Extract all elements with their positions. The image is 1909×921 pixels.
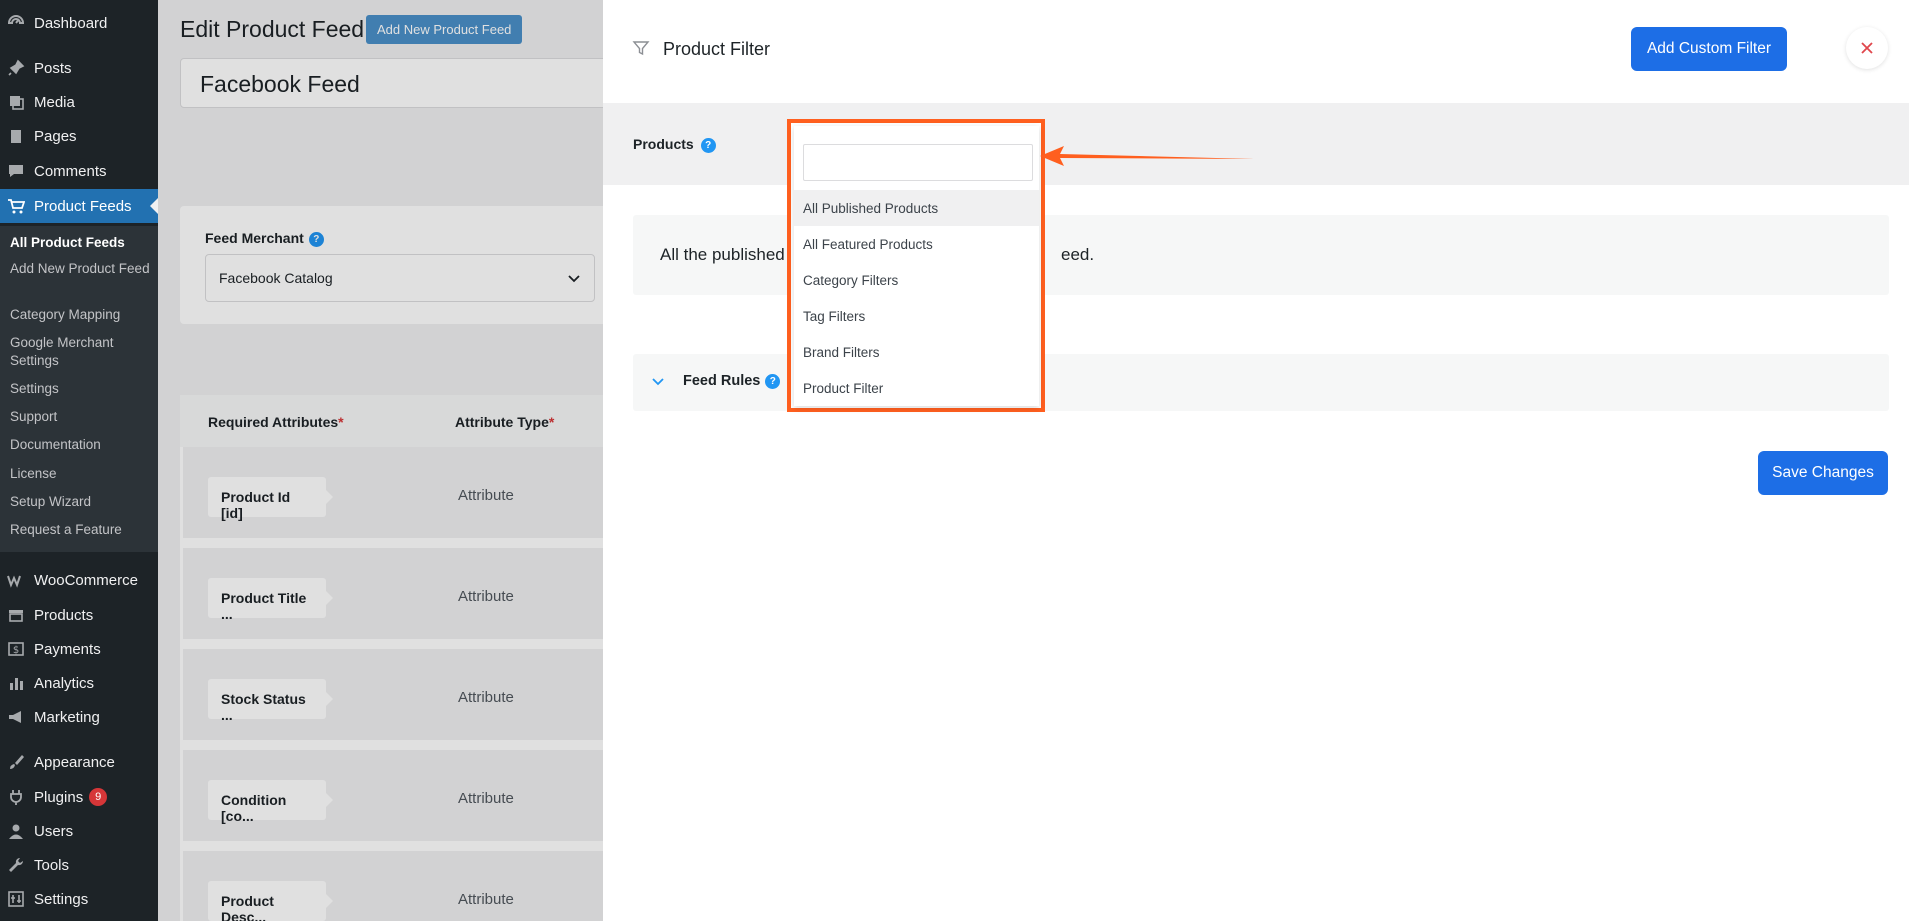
menu-item-settings[interactable]: Settings [0,884,158,914]
page-icon [6,126,26,146]
products-label-text: Products [633,136,694,152]
drawer-header: Product Filter Add Custom Filter [603,0,1909,103]
add-custom-filter-button[interactable]: Add Custom Filter [1631,27,1787,71]
menu-item-tools[interactable]: Tools [0,850,158,880]
menu-label: Media [34,93,75,111]
bar-chart-icon [6,673,26,693]
products-dropdown: All Published Products All Featured Prod… [787,119,1045,412]
close-icon [1861,42,1873,54]
modal-backdrop[interactable] [158,0,603,921]
comment-icon [6,161,26,181]
dropdown-option[interactable]: All Published Products [794,190,1039,226]
submenu-request-feature[interactable]: Request a Feature [10,521,150,539]
dropdown-menu: All Published Products All Featured Prod… [794,126,1039,406]
close-button[interactable] [1846,27,1888,69]
menu-label: Appearance [34,753,115,771]
funnel-icon [632,41,650,56]
menu-label: Payments [34,640,101,658]
menu-item-payments[interactable]: $ Payments [0,634,158,664]
submenu-license[interactable]: License [10,465,150,483]
megaphone-icon [6,707,26,727]
dropdown-option[interactable]: Tag Filters [794,298,1039,334]
active-pointer [150,198,158,214]
menu-label: Comments [34,162,107,180]
menu-label: Tools [34,856,70,874]
menu-item-users[interactable]: Users [0,816,158,846]
help-icon[interactable]: ? [765,373,781,389]
user-icon [6,821,26,841]
menu-label: Users [34,822,74,840]
plugin-update-badge: 9 [89,788,108,806]
dropdown-option[interactable]: Category Filters [794,262,1039,298]
save-changes-button[interactable]: Save Changes [1758,451,1888,495]
dropdown-option[interactable]: Brand Filters [794,334,1039,370]
drawer-title: Product Filter [663,39,771,59]
submenu-setup-wizard[interactable]: Setup Wizard [10,493,150,511]
description-text: All the published [660,245,785,264]
submenu-support[interactable]: Support [10,408,150,426]
menu-item-dashboard[interactable]: Dashboard [0,8,158,38]
menu-item-plugins[interactable]: Plugins 9 [0,782,158,812]
menu-item-pages[interactable]: Pages [0,121,158,151]
menu-item-comments[interactable]: Comments [0,156,158,186]
menu-label: Settings [34,890,89,908]
box-icon [6,605,26,625]
menu-item-products[interactable]: Products [0,600,158,630]
menu-item-product-feeds[interactable]: Product Feeds [0,189,158,223]
submenu-settings[interactable]: Settings [10,380,150,398]
menu-item-media[interactable]: Media [0,87,158,117]
menu-item-analytics[interactable]: Analytics [0,668,158,698]
svg-text:$: $ [13,645,19,656]
feed-rules-label: Feed Rules? [683,373,781,389]
plug-icon [6,787,26,807]
dollar-icon: $ [6,639,26,659]
menu-label: Posts [34,59,72,77]
brush-icon [6,752,26,772]
menu-item-marketing[interactable]: Marketing [0,702,158,732]
menu-label: Dashboard [34,14,108,32]
cart-icon [6,196,26,216]
chevron-down-icon [652,378,664,386]
media-icon [6,92,26,112]
menu-item-posts[interactable]: Posts [0,53,158,83]
submenu-google-merchant-settings[interactable]: Google Merchant Settings [10,334,150,370]
submenu-add-new-product-feed[interactable]: Add New Product Feed [10,260,150,278]
pin-icon [6,58,26,78]
woocommerce-icon [6,570,26,590]
dropdown-search-input[interactable] [803,144,1033,181]
wrench-icon [6,855,26,875]
submenu-category-mapping[interactable]: Category Mapping [10,306,150,324]
help-icon[interactable]: ? [700,137,716,153]
menu-label: Analytics [34,674,95,692]
menu-label: Marketing [34,708,100,726]
admin-sidebar: Dashboard Posts Media Pages Comments Pro… [0,0,158,921]
dropdown-option[interactable]: Product Filter [794,370,1039,406]
products-label: Products? [633,136,716,153]
description-text-end: eed. [1061,245,1095,264]
menu-label: Product Feeds [34,197,132,215]
settings-icon [6,889,26,909]
annotation-arrow-icon [1040,146,1255,166]
dashboard-icon [6,13,26,33]
submenu-all-product-feeds[interactable]: All Product Feeds [10,234,150,252]
menu-label: Products [34,606,94,624]
menu-item-appearance[interactable]: Appearance [0,747,158,777]
dropdown-option[interactable]: All Featured Products [794,226,1039,262]
menu-label: Pages [34,127,77,145]
feed-rules-label-text: Feed Rules [683,373,761,389]
menu-label: WooCommerce [34,571,138,589]
menu-item-woocommerce[interactable]: WooCommerce [0,565,158,595]
submenu-documentation[interactable]: Documentation [10,436,150,454]
menu-label: Plugins [34,788,84,806]
product-feeds-submenu: All Product Feeds Add New Product Feed C… [0,226,158,552]
